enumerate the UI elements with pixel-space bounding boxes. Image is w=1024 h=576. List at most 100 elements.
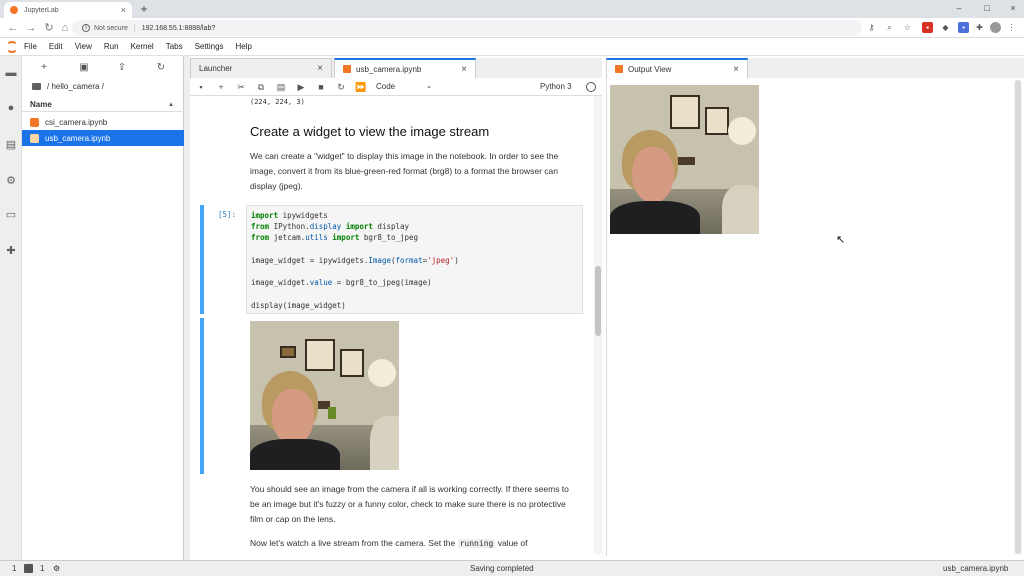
- scrollbar-thumb[interactable]: [595, 266, 601, 336]
- extension-icon[interactable]: ▪: [922, 22, 933, 33]
- copy-icon[interactable]: ⧉: [254, 80, 268, 94]
- more-menu-icon[interactable]: ⋮: [1006, 22, 1017, 33]
- cell-type-value: Code: [376, 82, 396, 91]
- kernel-status-icon: [586, 82, 596, 92]
- close-icon[interactable]: ×: [461, 64, 467, 75]
- menu-run[interactable]: Run: [104, 42, 119, 51]
- close-icon[interactable]: ×: [121, 5, 126, 15]
- browser-tabstrip: JupyterLab × + – □ ×: [0, 0, 1024, 18]
- notebook-toolbar: ▪ + ✂ ⧉ ▤ ▶ ■ ↻ ⏩ Code ⌄ Python 3: [190, 78, 602, 96]
- status-count[interactable]: 1: [40, 564, 44, 574]
- commands-icon[interactable]: ▤: [4, 138, 18, 152]
- avatar[interactable]: [990, 22, 1001, 33]
- refresh-icon[interactable]: ↻: [154, 62, 168, 74]
- extension-manager-icon[interactable]: ✚: [4, 244, 18, 258]
- tab-output-view[interactable]: Output View ×: [606, 58, 748, 78]
- tab-launcher[interactable]: Launcher ×: [190, 58, 332, 78]
- kernel-name[interactable]: Python 3: [540, 81, 572, 93]
- file-name: csi_camera.ipynb: [45, 117, 108, 127]
- paragraph-text: value of: [497, 538, 528, 548]
- markdown-paragraph: Now let's watch a live stream from the c…: [250, 536, 570, 551]
- terminal-icon[interactable]: [24, 564, 33, 573]
- security-label: Not secure: [94, 24, 128, 32]
- markdown-paragraph: We can create a "widget" to display this…: [250, 151, 559, 191]
- close-icon[interactable]: ×: [733, 64, 739, 75]
- breadcrumb-path: / hello_camera /: [47, 82, 104, 91]
- jupyter-logo-icon: [6, 40, 18, 53]
- notebook-icon: [30, 133, 39, 143]
- new-launcher-icon[interactable]: +: [37, 62, 51, 74]
- save-icon[interactable]: ▪: [194, 80, 208, 94]
- paragraph-text: Now let's watch a live stream from the c…: [250, 538, 456, 548]
- status-bar: 1 1 ⚙ Saving completed usb_camera.ipynb: [0, 560, 1024, 576]
- sort-caret-icon: ▲: [168, 102, 174, 108]
- back-icon[interactable]: ←: [6, 21, 20, 35]
- upload-icon[interactable]: ⇪: [115, 62, 129, 74]
- gear-icon[interactable]: ⚙: [4, 174, 18, 188]
- camera-image-live: [610, 85, 759, 234]
- restart-icon[interactable]: ↻: [334, 80, 348, 94]
- active-cell-indicator: [200, 205, 204, 314]
- menu-view[interactable]: View: [75, 42, 92, 51]
- run-icon[interactable]: ▶: [294, 80, 308, 94]
- fast-forward-icon[interactable]: ⏩: [354, 80, 368, 94]
- column-header-name[interactable]: Name ▲: [22, 98, 184, 112]
- output-cell-indicator: [200, 318, 204, 474]
- maximize-icon[interactable]: □: [978, 2, 996, 14]
- file-browser: + ▣ ⇪ ↻ / hello_camera / Name ▲ csi_came…: [22, 56, 184, 560]
- new-folder-icon[interactable]: ▣: [77, 62, 91, 74]
- chevron-down-icon: ⌄: [426, 83, 432, 90]
- minimize-icon[interactable]: –: [950, 2, 968, 14]
- stop-icon[interactable]: ■: [314, 80, 328, 94]
- cut-icon[interactable]: ✂: [234, 80, 248, 94]
- kernel-gear-icon[interactable]: ⚙: [53, 564, 60, 574]
- reload-icon[interactable]: ↻: [42, 21, 56, 35]
- browser-tab-title: JupyterLab: [24, 6, 59, 14]
- window-close-icon[interactable]: ×: [1004, 2, 1022, 14]
- tab-usb-camera[interactable]: usb_camera.ipynb ×: [334, 58, 476, 78]
- file-row[interactable]: csi_camera.ipynb: [22, 114, 184, 130]
- tabs-icon[interactable]: ▭: [4, 208, 18, 222]
- menu-help[interactable]: Help: [236, 42, 252, 51]
- notebook-panel[interactable]: (224, 224, 3) Create a widget to view th…: [190, 96, 602, 560]
- output-icon: [615, 65, 623, 73]
- forward-icon[interactable]: →: [24, 21, 38, 35]
- column-header-label: Name: [30, 100, 52, 109]
- url-input[interactable]: i Not secure | 192.168.55.1:8888/lab?: [72, 20, 862, 36]
- menu-edit[interactable]: Edit: [49, 42, 63, 51]
- close-icon[interactable]: ×: [317, 63, 323, 74]
- tab-label: Output View: [628, 64, 672, 74]
- menu-tabs[interactable]: Tabs: [166, 42, 183, 51]
- output-scrollbar[interactable]: [1014, 80, 1022, 554]
- active-file-name: usb_camera.ipynb: [943, 564, 1009, 573]
- menu-settings[interactable]: Settings: [195, 42, 224, 51]
- menu-kernel[interactable]: Kernel: [131, 42, 154, 51]
- cell-type-select[interactable]: Code ⌄: [376, 81, 432, 93]
- code-cell-editor[interactable]: import ipywidgets from IPython.display im…: [246, 205, 583, 314]
- browser-tab[interactable]: JupyterLab ×: [4, 2, 132, 18]
- breadcrumb[interactable]: / hello_camera /: [32, 82, 104, 91]
- extension-icon[interactable]: ◆: [940, 22, 951, 33]
- info-icon[interactable]: i: [82, 24, 90, 32]
- insert-cell-icon[interactable]: +: [214, 80, 228, 94]
- scrollbar-thumb[interactable]: [1015, 80, 1021, 554]
- extension-icon[interactable]: ▪: [958, 22, 969, 33]
- zoom-icon[interactable]: ⌕: [884, 22, 895, 33]
- key-icon[interactable]: ⚷: [866, 22, 877, 33]
- notebook-scrollbar[interactable]: [594, 96, 602, 554]
- camera-image-output: [250, 321, 399, 470]
- home-icon[interactable]: ⌂: [58, 21, 72, 35]
- running-icon[interactable]: ●: [4, 101, 18, 115]
- file-name: usb_camera.ipynb: [45, 133, 111, 143]
- save-status: Saving completed: [470, 564, 534, 573]
- star-icon[interactable]: ☆: [902, 22, 913, 33]
- status-count[interactable]: 1: [12, 564, 16, 574]
- output-tabbar: Output View ×: [606, 58, 1024, 78]
- file-row-selected[interactable]: usb_camera.ipynb: [22, 130, 184, 146]
- puzzle-icon[interactable]: ✚: [974, 22, 985, 33]
- folder-icon[interactable]: ▬: [4, 66, 18, 80]
- new-tab-icon[interactable]: +: [138, 3, 150, 15]
- paste-icon[interactable]: ▤: [274, 80, 288, 94]
- menu-file[interactable]: File: [24, 42, 37, 51]
- markdown-heading: Create a widget to view the image stream: [250, 124, 490, 139]
